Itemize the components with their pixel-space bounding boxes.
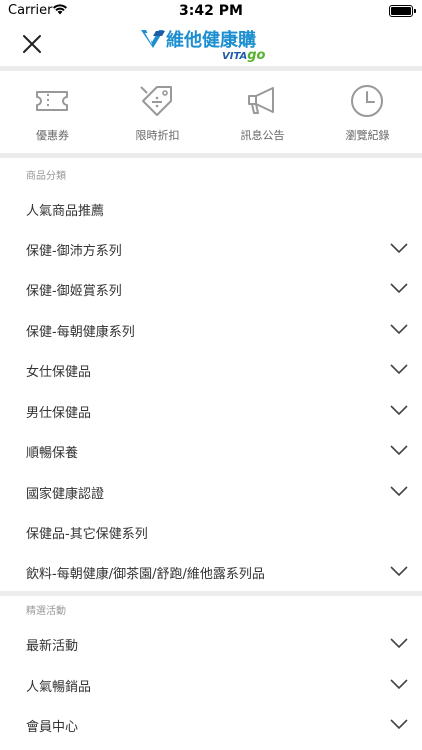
category-item[interactable]: 順暢保養 <box>0 430 422 470</box>
event-item[interactable]: 人氣暢銷品 <box>0 664 422 704</box>
chevron-down-icon <box>390 719 408 730</box>
category-item[interactable]: 人氣商品推薦 <box>0 188 422 228</box>
quick-links-divider <box>0 153 422 158</box>
status-bar: Carrier 3:42 PM <box>0 0 422 22</box>
section-divider <box>0 591 422 596</box>
chevron-down-icon <box>390 324 408 335</box>
event-item[interactable]: 最新活動 <box>0 623 422 663</box>
quick-link-label: 限時折扣 <box>135 129 180 142</box>
logo-subtext: VITAgo <box>222 48 266 63</box>
category-item[interactable]: 國家健康認證 <box>0 471 422 511</box>
section-title-events: 精選活動 <box>26 606 66 617</box>
chevron-down-icon <box>390 445 408 456</box>
chevron-down-icon <box>390 486 408 497</box>
chevron-down-icon <box>390 243 408 254</box>
event-label: 人氣暢銷品 <box>26 680 92 695</box>
quick-link-coupon[interactable]: 優惠券 <box>0 71 105 153</box>
chevron-down-icon <box>390 638 408 649</box>
category-label: 保健-御姬賞系列 <box>26 284 122 299</box>
category-label: 順暢保養 <box>26 446 79 461</box>
category-label: 人氣商品推薦 <box>26 204 105 219</box>
quick-link-label: 瀏覽紀錄 <box>345 129 390 142</box>
category-item[interactable]: 保健-御姬賞系列 <box>0 268 422 308</box>
event-label: 會員中心 <box>26 720 79 735</box>
clock-time: 3:42 PM <box>179 3 243 19</box>
category-item[interactable]: 飲料-每朝健康/御茶園/舒跑/維他露系列品 <box>0 551 422 591</box>
category-label: 男仕保健品 <box>26 406 92 421</box>
logo-mark-icon <box>141 30 165 48</box>
quick-link-label: 優惠券 <box>36 129 69 142</box>
megaphone-icon <box>248 87 274 114</box>
category-label: 保健-御沛方系列 <box>26 244 122 259</box>
category-label: 飲料-每朝健康/御茶園/舒跑/維他露系列品 <box>26 567 265 582</box>
section-title-categories: 商品分類 <box>26 171 66 182</box>
close-icon[interactable] <box>20 32 44 56</box>
chevron-down-icon <box>390 283 408 294</box>
quick-link-discount[interactable]: 限時折扣 <box>105 71 210 153</box>
category-label: 國家健康認證 <box>26 487 105 502</box>
category-item[interactable]: 男仕保健品 <box>0 390 422 430</box>
quick-links: 優惠券 限時折扣 訊息公告 瀏覽紀錄 <box>0 71 422 153</box>
category-label: 保健品-其它保健系列 <box>26 527 148 542</box>
ticket-icon <box>36 91 68 111</box>
discount-tag-icon <box>140 86 172 116</box>
brand-logo: 維他健康購 VITAgo <box>140 26 280 64</box>
clock-icon <box>351 85 383 117</box>
event-label: 最新活動 <box>26 639 79 654</box>
category-label: 女仕保健品 <box>26 365 92 380</box>
category-item[interactable]: 保健-御沛方系列 <box>0 228 422 268</box>
category-item[interactable]: 女仕保健品 <box>0 349 422 389</box>
category-item[interactable]: 保健-每朝健康系列 <box>0 309 422 349</box>
quick-link-announcements[interactable]: 訊息公告 <box>210 71 315 153</box>
battery-icon <box>389 5 416 17</box>
quick-link-history[interactable]: 瀏覽紀錄 <box>315 71 420 153</box>
chevron-down-icon <box>390 405 408 416</box>
chevron-down-icon <box>390 364 408 375</box>
chevron-down-icon <box>390 566 408 577</box>
chevron-down-icon <box>390 679 408 690</box>
category-label: 保健-每朝健康系列 <box>26 325 135 340</box>
navbar: 維他健康購 VITAgo <box>0 22 422 66</box>
quick-link-label: 訊息公告 <box>240 129 285 142</box>
category-item[interactable]: 保健品-其它保健系列 <box>0 511 422 551</box>
event-item[interactable]: 會員中心 <box>0 704 422 744</box>
